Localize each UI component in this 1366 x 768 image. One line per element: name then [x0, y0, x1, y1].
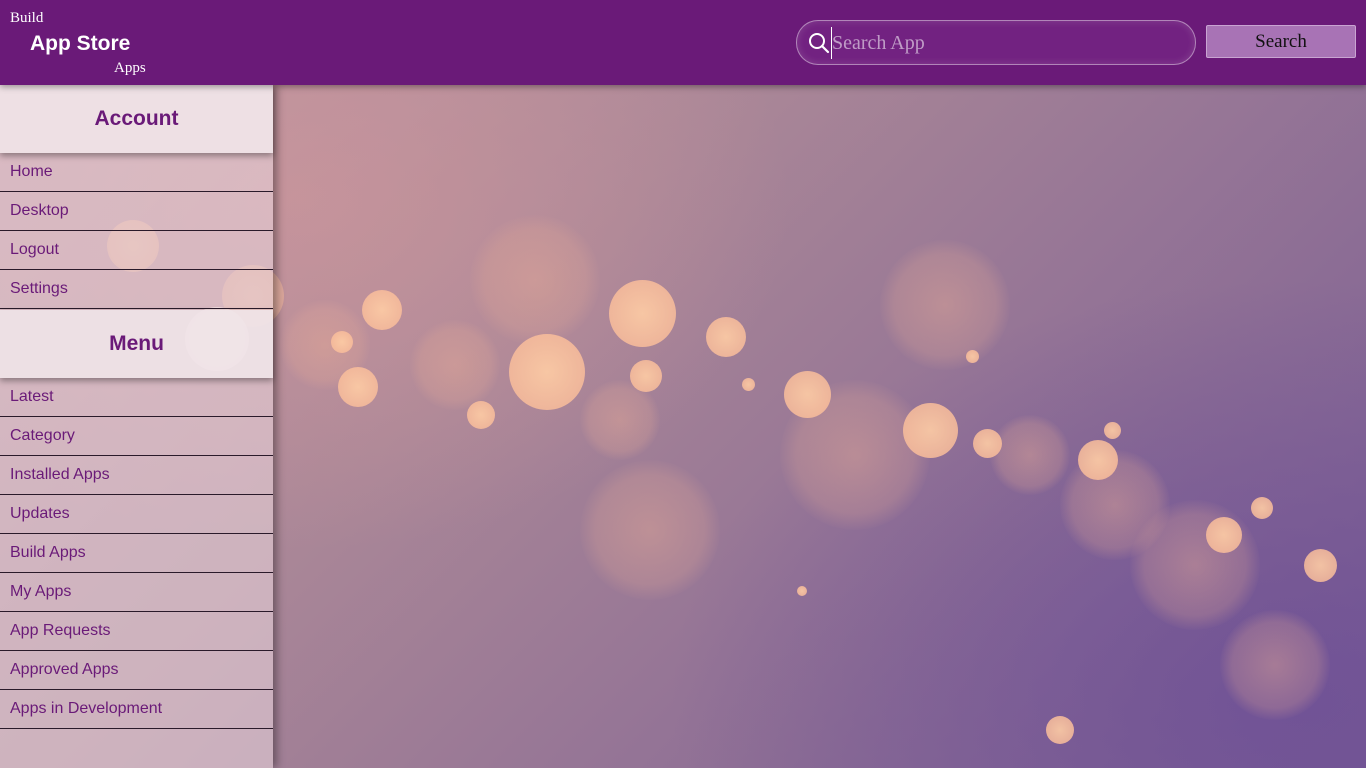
- sidebar-item-latest[interactable]: Latest: [0, 378, 273, 417]
- account-heading: Account: [0, 85, 273, 153]
- search-icon: [807, 31, 831, 55]
- search-button[interactable]: Search: [1206, 25, 1356, 58]
- brand-build-text: Build: [10, 10, 44, 26]
- sidebar-item-apps-in-development[interactable]: Apps in Development: [0, 690, 273, 729]
- sidebar-item-build-apps[interactable]: Build Apps: [0, 534, 273, 573]
- search-box: [796, 20, 1196, 65]
- sidebar: Account Home Desktop Logout Settings Men…: [0, 85, 273, 768]
- sidebar-item-category[interactable]: Category: [0, 417, 273, 456]
- menu-heading: Menu: [0, 310, 273, 378]
- sidebar-item-desktop[interactable]: Desktop: [0, 192, 273, 231]
- sidebar-item-my-apps[interactable]: My Apps: [0, 573, 273, 612]
- sidebar-item-installed-apps[interactable]: Installed Apps: [0, 456, 273, 495]
- sidebar-item-approved-apps[interactable]: Approved Apps: [0, 651, 273, 690]
- sidebar-item-app-requests[interactable]: App Requests: [0, 612, 273, 651]
- brand-title[interactable]: App Store: [30, 32, 130, 56]
- sidebar-item-updates[interactable]: Updates: [0, 495, 273, 534]
- search-input[interactable]: [831, 27, 1181, 59]
- sidebar-item-home[interactable]: Home: [0, 153, 273, 192]
- sidebar-item-logout[interactable]: Logout: [0, 231, 273, 270]
- sidebar-item-settings[interactable]: Settings: [0, 270, 273, 309]
- brand-apps-text: Apps: [114, 60, 146, 76]
- top-header: Build App Store Apps Search: [0, 0, 1366, 85]
